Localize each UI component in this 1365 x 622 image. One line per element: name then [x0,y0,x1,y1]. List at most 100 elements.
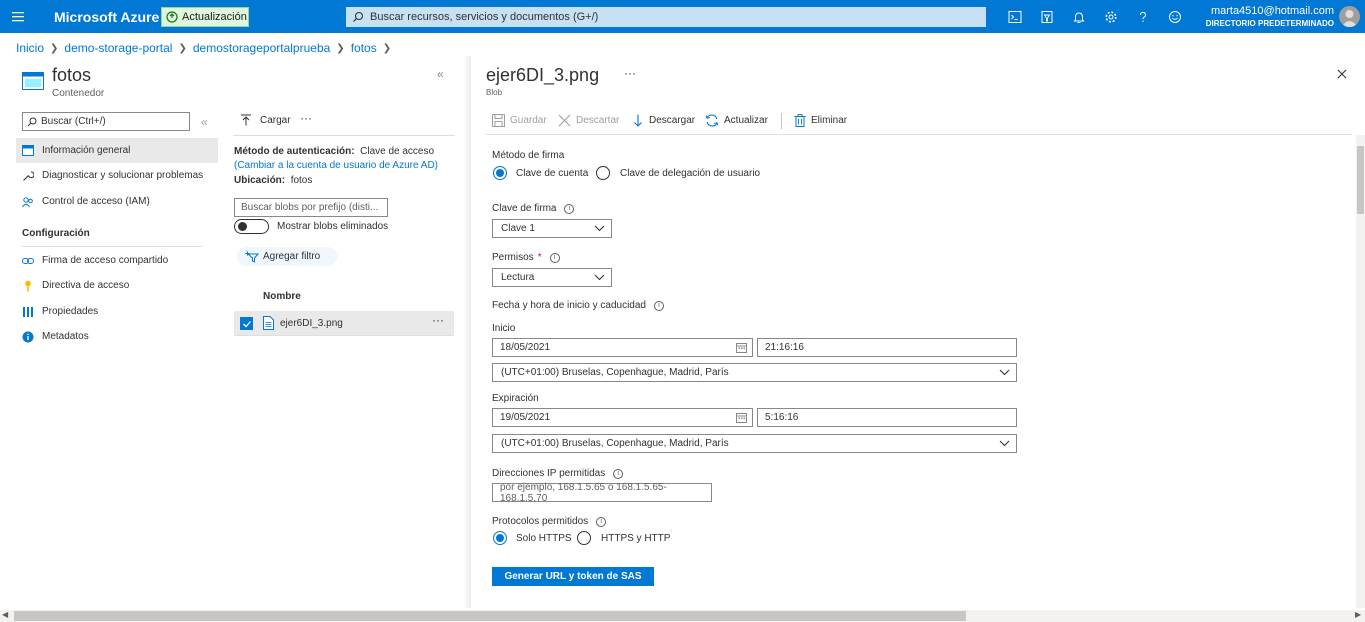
auth-switch-line: (Cambiar a la cuenta de usuario de Azure… [234,160,438,171]
chevron-right-icon: ❯ [178,42,187,54]
notifications-bell-icon[interactable] [1070,8,1088,26]
row-more-options-icon[interactable]: ··· [432,313,444,327]
ip-label: Direcciones IP permitidas [492,468,606,479]
info-icon[interactable]: i [596,516,607,527]
update-icon [166,11,178,23]
help-question-icon[interactable] [1134,8,1152,26]
info-icon[interactable]: i [564,203,575,214]
update-badge[interactable]: Actualización [161,7,249,27]
menu-item-diagnose[interactable]: Diagnosticar y solucionar problemas [16,163,218,188]
chevron-right-icon: ❯ [382,42,392,54]
signing-key-label-row: Clave de firma i [492,203,575,214]
expiry-time-input[interactable]: 5:16:16 [757,408,1017,427]
panel-subtitle: Blob [486,88,503,97]
horizontal-scrollbar-thumb[interactable] [14,611,966,621]
menu-section-header: Configuración [22,228,90,239]
radio-button [596,166,610,180]
account-email[interactable]: marta4510@hotmail.com [1211,5,1334,17]
blob-name-link[interactable]: ejer6DI_3.png [280,318,343,329]
signing-key-value: Clave 1 [501,223,535,234]
hamburger-menu-icon[interactable] [10,9,28,25]
start-date-input[interactable]: 18/05/2021 [492,338,753,357]
upload-button[interactable]: Cargar [240,114,291,126]
signing-key-dropdown[interactable]: Clave 1 [492,219,612,238]
menu-item-metadata[interactable]: Metadatos [16,324,218,349]
panel-title: ejer6DI_3.png [486,65,600,85]
menu-item-iam[interactable]: Control de acceso (IAM) [16,189,218,214]
collapse-blade-icon[interactable]: « [437,67,444,81]
required-asterisk: * [537,252,542,263]
permissions-dropdown[interactable]: Lectura [492,268,612,287]
signing-method-label: Método de firma [492,150,565,161]
radio-label: Clave de delegación de usuario [620,167,761,179]
directory-filter-icon[interactable] [1038,8,1056,26]
link-icon [22,255,34,267]
global-search-input[interactable]: Buscar recursos, servicios y documentos … [346,7,986,27]
menu-item-properties[interactable]: Propiedades [16,299,218,324]
scroll-left-arrow-icon[interactable]: ◀ [2,610,8,619]
breadcrumb-storage-account[interactable]: demostorageportalprueba [193,41,330,55]
menu-item-label: Metadatos [42,331,89,342]
refresh-label: Actualizar [724,115,768,126]
radio-https-and-http[interactable]: HTTPS y HTTP [577,531,670,545]
refresh-button[interactable]: Actualizar [705,114,768,127]
info-icon[interactable]: i [613,468,624,479]
permissions-label: Permisos [492,252,534,263]
trash-icon [794,114,806,127]
info-icon[interactable]: i [653,300,664,311]
search-icon [27,117,37,127]
start-time-input[interactable]: 21:16:16 [757,338,1017,357]
feedback-smiley-icon[interactable] [1166,8,1184,26]
avatar[interactable] [1339,6,1360,27]
start-timezone-dropdown[interactable]: (UTC+01:00) Bruselas, Copenhague, Madrid… [492,363,1017,382]
more-options-icon[interactable]: ··· [624,66,636,80]
radio-account-key[interactable]: Clave de cuenta [493,166,588,180]
key-icon [22,280,34,292]
breadcrumb-resource-group[interactable]: demo-storage-portal [64,41,172,55]
menu-divider [22,246,202,247]
generate-sas-button[interactable]: Generar URL y token de SAS [492,567,654,586]
start-timezone-value: (UTC+01:00) Bruselas, Copenhague, Madrid… [501,367,729,378]
add-filter-button[interactable]: Agregar filtro [237,247,337,266]
column-header-name[interactable]: Nombre [263,291,301,302]
menu-item-shared-access-signature[interactable]: Firma de acceso compartido [16,248,218,273]
azure-brand[interactable]: Microsoft Azure [54,9,159,25]
calendar-icon[interactable] [736,412,747,423]
row-checkbox[interactable] [240,317,253,330]
menu-search-input[interactable]: Buscar (Ctrl+/) [22,112,190,131]
properties-bars-icon [22,306,34,318]
delete-button[interactable]: Eliminar [794,114,847,127]
radio-user-delegation-key[interactable]: Clave de delegación de usuario [596,166,760,180]
breadcrumb-container[interactable]: fotos [351,41,377,55]
settings-gear-icon[interactable] [1102,8,1120,26]
more-options-icon[interactable]: ··· [300,111,312,125]
account-directory[interactable]: DIRECTORIO PREDETERMINADO [1206,19,1334,28]
cloud-shell-icon[interactable] [1006,8,1024,26]
allowed-ip-input[interactable]: por ejemplo, 168.1.5.65 o 168.1.5.65-168… [492,482,712,504]
permissions-value: Lectura [501,272,535,283]
calendar-icon[interactable] [736,342,747,353]
radio-https-only[interactable]: Solo HTTPS [493,531,572,545]
blob-prefix-search-input[interactable]: Buscar blobs por prefijo (disti... [234,198,388,217]
save-button[interactable]: Guardar [492,114,547,127]
vertical-scrollbar-thumb[interactable] [1357,146,1364,214]
menu-item-label: Firma de acceso compartido [42,255,169,266]
discard-button[interactable]: Descartar [558,114,619,127]
expiry-date-input[interactable]: 19/05/2021 [492,408,753,427]
ip-label-row: Direcciones IP permitidas i [492,468,624,479]
breadcrumb-home[interactable]: Inicio [16,41,44,55]
switch-auth-link[interactable]: (Cambiar a la cuenta de usuario de Azure… [234,160,438,171]
add-filter-icon [245,251,259,263]
chevron-down-icon [594,274,605,281]
radio-button-selected [493,531,507,545]
toolbar-divider [233,135,455,136]
close-icon[interactable] [1335,67,1349,81]
download-button[interactable]: Descargar [632,114,695,127]
info-icon[interactable]: i [549,252,560,263]
menu-item-access-policy[interactable]: Directiva de acceso [16,273,218,298]
datetime-label-row: Fecha y hora de inicio y caducidad i [492,300,664,311]
collapse-menu-icon[interactable]: « [201,115,208,129]
scroll-right-arrow-icon[interactable]: ▶ [1355,610,1361,619]
expiry-timezone-dropdown[interactable]: (UTC+01:00) Bruselas, Copenhague, Madrid… [492,434,1017,453]
menu-item-overview[interactable]: Información general [16,138,218,163]
